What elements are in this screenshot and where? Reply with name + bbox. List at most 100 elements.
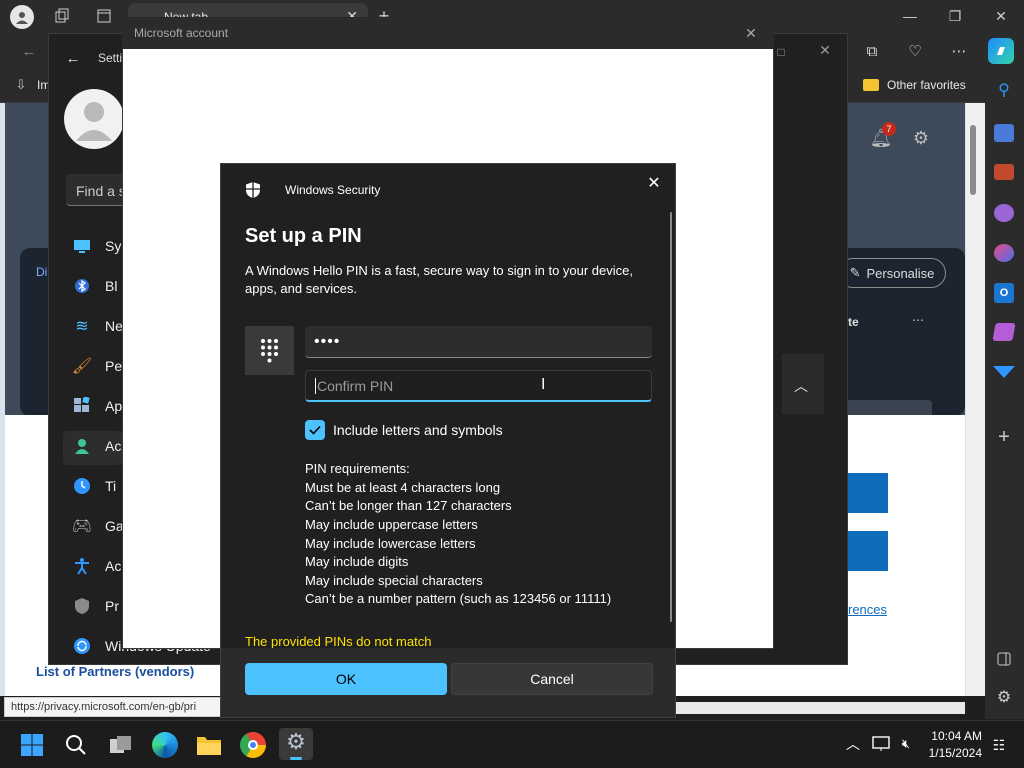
nav-item-network[interactable]: ≋ Ne (71, 310, 123, 342)
tray-volume-muted-icon[interactable]: 🔇︎ (896, 734, 916, 754)
edge-taskbar-icon[interactable] (152, 732, 178, 758)
nav-item-time[interactable]: Ti (71, 470, 116, 502)
nav-label: Ap (105, 398, 123, 414)
nav-item-system[interactable]: Sy (71, 230, 121, 262)
taskbar-search-icon[interactable] (62, 732, 90, 758)
other-favorites[interactable]: Other favorites (887, 78, 966, 92)
checkbox-label[interactable]: Include letters and symbols (333, 422, 503, 438)
requirement-line: May include uppercase letters (305, 517, 478, 532)
system-icon (71, 235, 93, 257)
pin-mismatch-error: The provided PINs do not match (245, 634, 432, 649)
confirm-pin-placeholder: Confirm PIN (317, 377, 394, 394)
page-settings-icon[interactable]: ⚙ (908, 125, 934, 151)
tab-actions-icon[interactable] (94, 6, 114, 26)
shopping-icon[interactable] (994, 124, 1014, 142)
shield-icon (245, 181, 261, 199)
nav-label: Ne (105, 318, 123, 334)
tray-display-icon[interactable] (872, 736, 890, 752)
nav-item-accounts[interactable]: Ac (71, 430, 121, 462)
dialog-scrollbar[interactable] (670, 212, 672, 622)
settings-maximize-icon[interactable]: □ (771, 42, 791, 62)
news-card-fragment: te (848, 315, 859, 329)
accept-button[interactable] (848, 473, 888, 513)
workspaces-icon[interactable] (52, 6, 72, 26)
nav-item-personalisation[interactable]: 🖌︎ Pe (71, 350, 122, 382)
settings-close-icon[interactable]: ✕ (815, 40, 835, 60)
settings-search[interactable]: Find a s (66, 174, 126, 206)
minimize-icon[interactable]: — (895, 6, 925, 26)
folder-icon (863, 79, 879, 91)
games-icon[interactable] (994, 204, 1014, 222)
settings-taskbar-button[interactable]: ⚙ (279, 728, 313, 760)
news-card-more-icon[interactable]: ⋯ (912, 313, 924, 327)
task-view-icon[interactable] (108, 733, 134, 757)
confirm-pin-field[interactable]: Confirm PIN (305, 370, 652, 402)
time-icon (71, 475, 93, 497)
pin-field[interactable]: •••• (305, 326, 652, 358)
clock-date[interactable]: 1/15/2024 (926, 746, 982, 760)
tray-chevron-icon[interactable]: ︿ (843, 734, 863, 754)
designer-icon[interactable] (992, 323, 1016, 341)
reject-button[interactable] (848, 531, 888, 571)
ok-button[interactable]: OK (245, 663, 447, 695)
page-title: Set up a PIN (245, 225, 362, 247)
personalisation-icon: 🖌︎ (71, 358, 93, 375)
file-explorer-icon[interactable] (196, 734, 222, 756)
sidebar-settings-icon[interactable]: ⚙ (994, 687, 1014, 707)
microsoft-account-close-icon[interactable]: ✕ (742, 24, 760, 42)
close-window-icon[interactable]: ✕ (986, 6, 1016, 26)
avatar[interactable] (64, 89, 124, 149)
requirement-line: Must be at least 4 characters long (305, 480, 501, 495)
copilot-icon[interactable] (988, 38, 1014, 64)
drop-icon[interactable] (993, 366, 1015, 378)
update-icon (71, 635, 93, 657)
nav-item-privacy[interactable]: Pr (71, 590, 119, 622)
more-menu-icon[interactable]: ⋯ (944, 37, 974, 65)
keypad-icon (245, 326, 294, 375)
nav-label: Ac (105, 438, 122, 454)
outlook-icon[interactable]: O (994, 283, 1014, 303)
dialog-app-title: Windows Security (285, 183, 381, 197)
back-icon[interactable]: ← (14, 37, 44, 65)
tools-icon[interactable] (994, 164, 1014, 180)
vertical-scrollbar[interactable] (966, 103, 985, 696)
nav-label: Bl (105, 278, 118, 294)
partners-link[interactable]: List of Partners (vendors) (36, 664, 194, 679)
import-favorites-icon[interactable]: ⇩ (12, 76, 30, 94)
chrome-icon[interactable] (240, 732, 266, 758)
personalise-label: Personalise (866, 265, 935, 281)
add-sidebar-app-icon[interactable]: + (994, 426, 1014, 448)
start-icon[interactable] (20, 733, 44, 757)
tab-manager-icon[interactable]: ⧉ (857, 37, 887, 65)
sidebar-panel-icon[interactable] (994, 649, 1014, 669)
microsoft365-icon[interactable] (994, 244, 1014, 262)
nav-item-gaming[interactable]: 🎮︎ Ga (71, 510, 124, 542)
news-tab-fragment: Di (36, 265, 48, 279)
settings-title: Setti (98, 51, 123, 65)
profile-icon[interactable] (10, 5, 34, 29)
microsoft-account-title: Microsoft account (134, 26, 229, 40)
settings-back-icon[interactable]: ← (61, 46, 85, 70)
settings-search-placeholder: Find a s (76, 183, 126, 199)
browser-essentials-icon[interactable]: ♡ (900, 37, 930, 65)
nav-item-accessibility[interactable]: Ac (71, 550, 121, 582)
dialog-close-icon[interactable]: ✕ (643, 172, 665, 194)
search-icon[interactable]: ⚲ (991, 79, 1017, 101)
accessibility-icon (71, 555, 93, 577)
nav-label: Sy (105, 238, 122, 254)
requirement-line: May include digits (305, 554, 409, 569)
nav-item-apps[interactable]: Ap (71, 390, 122, 422)
nav-item-bluetooth[interactable]: Bl (71, 270, 117, 302)
include-letters-checkbox[interactable] (305, 420, 325, 440)
settings-expander[interactable]: ︿ (782, 354, 824, 414)
preferences-link[interactable]: rences (848, 602, 887, 617)
ibeam-cursor-icon: I (541, 376, 546, 393)
browser-sidebar: ⚲ O + ⚙ (985, 69, 1024, 719)
personalise-button[interactable]: ✎ Personalise (838, 258, 946, 288)
notification-center-icon[interactable]: ☷ (989, 735, 1009, 755)
nav-label: Ti (105, 478, 117, 494)
restore-icon[interactable]: ❐ (940, 6, 970, 26)
accounts-icon (71, 435, 93, 457)
clock-time[interactable]: 10:04 AM (930, 729, 982, 743)
cancel-button[interactable]: Cancel (451, 663, 653, 695)
